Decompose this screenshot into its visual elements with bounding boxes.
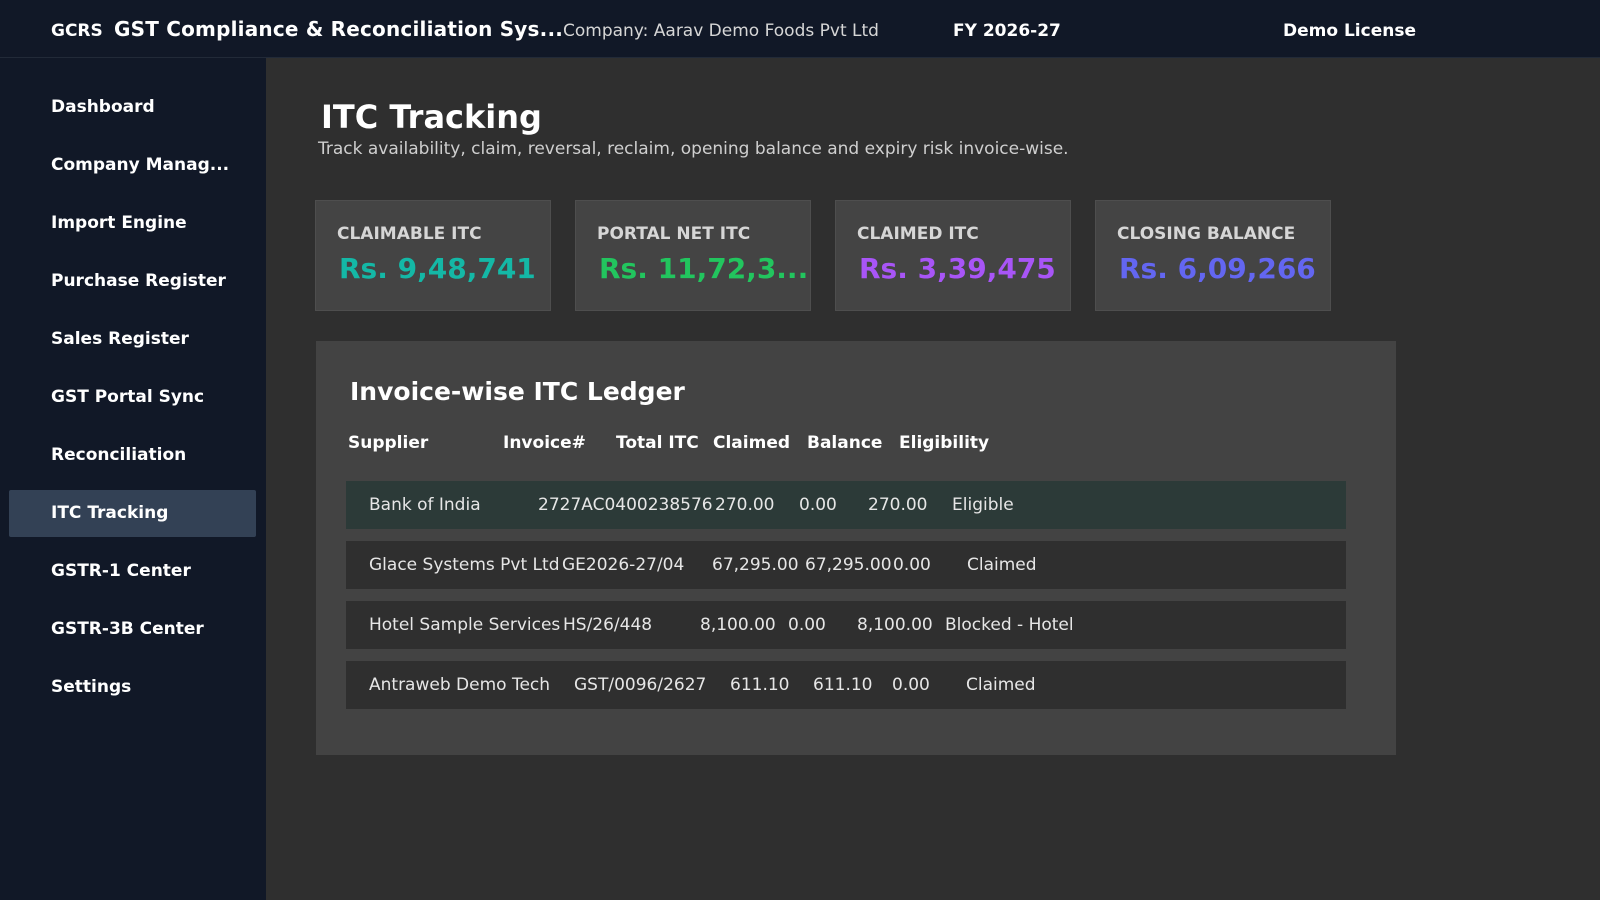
cell-balance: 0.00 [892,675,930,695]
ledger-title: Invoice-wise ITC Ledger [350,377,685,406]
cell-total-itc: 611.10 [730,675,790,695]
column-header-claimed[interactable]: Claimed [713,433,790,453]
app-logo: GCRS [51,21,103,41]
sidebar-item-sales-register[interactable]: Sales Register [9,316,256,363]
sidebar-item-purchase-register[interactable]: Purchase Register [9,258,256,305]
stat-card-claimed-itc: CLAIMED ITC Rs. 3,39,475 [835,200,1071,311]
stat-card-claimable-itc: CLAIMABLE ITC Rs. 9,48,741 [315,200,551,311]
stat-card-value: Rs. 6,09,266 [1119,252,1316,285]
sidebar-item-label: Import Engine [51,213,187,233]
sidebar-item-label: GSTR-3B Center [51,619,204,639]
cell-invoice: GST/0096/2627 [574,675,707,695]
sidebar-item-label: Sales Register [51,329,189,349]
itc-ledger-panel: Invoice-wise ITC Ledger Supplier Invoice… [316,341,1396,755]
fiscal-year-label: FY 2026-27 [953,21,1061,41]
sidebar-item-gstr3b-center[interactable]: GSTR-3B Center [9,606,256,653]
sidebar: Dashboard Company Manag... Import Engine… [0,58,266,900]
stat-card-value: Rs. 11,72,3... [599,252,809,285]
cell-claimed: 611.10 [813,675,873,695]
page-subtitle: Track availability, claim, reversal, rec… [318,139,1069,159]
stat-card-label: CLAIMABLE ITC [337,224,482,244]
sidebar-item-settings[interactable]: Settings [9,664,256,711]
stat-card-portal-net-itc: PORTAL NET ITC Rs. 11,72,3... [575,200,811,311]
cell-claimed: 67,295.00 [805,555,892,575]
sidebar-item-label: Company Manag... [51,155,230,175]
stat-card-value: Rs. 9,48,741 [339,252,536,285]
sidebar-item-itc-tracking[interactable]: ITC Tracking [9,490,256,537]
cell-invoice: HS/26/448 [563,615,653,635]
column-header-eligibility[interactable]: Eligibility [899,433,989,453]
sidebar-item-label: Reconciliation [51,445,187,465]
cell-claimed: 0.00 [788,615,826,635]
table-row[interactable]: Glace Systems Pvt Ltd GE2026-27/04 67,29… [346,541,1346,589]
sidebar-item-label: ITC Tracking [51,503,169,523]
app-title: GST Compliance & Reconciliation Sys... [114,17,564,41]
column-header-invoice[interactable]: Invoice# [503,433,586,453]
cell-balance: 8,100.00 [857,615,933,635]
table-row[interactable]: Antraweb Demo Tech GST/0096/2627 611.10 … [346,661,1346,709]
stat-card-label: PORTAL NET ITC [597,224,751,244]
page-title: ITC Tracking [321,98,542,136]
cell-supplier: Bank of India [369,495,481,515]
sidebar-item-label: Settings [51,677,132,697]
sidebar-item-label: Purchase Register [51,271,226,291]
cell-supplier: Antraweb Demo Tech [369,675,551,695]
cell-balance: 270.00 [868,495,928,515]
column-header-total-itc[interactable]: Total ITC [616,433,699,453]
cell-total-itc: 8,100.00 [700,615,776,635]
sidebar-item-dashboard[interactable]: Dashboard [9,84,256,131]
cell-eligibility: Claimed [967,555,1037,575]
column-header-supplier[interactable]: Supplier [348,433,428,453]
cell-supplier: Glace Systems Pvt Ltd [369,555,560,575]
company-label: Company: Aarav Demo Foods Pvt Ltd [563,21,879,41]
top-bar: GCRS GST Compliance & Reconciliation Sys… [0,0,1600,58]
stat-card-label: CLAIMED ITC [857,224,979,244]
sidebar-item-label: GSTR-1 Center [51,561,191,581]
stat-card-value: Rs. 3,39,475 [859,252,1056,285]
sidebar-item-company-management[interactable]: Company Manag... [9,142,256,189]
table-row[interactable]: Bank of India 2727AC0400238576 270.00 0.… [346,481,1346,529]
cell-total-itc: 270.00 [715,495,775,515]
cell-total-itc: 67,295.00 [712,555,799,575]
cell-supplier: Hotel Sample Services [369,615,561,635]
sidebar-item-gst-portal-sync[interactable]: GST Portal Sync [9,374,256,421]
cell-invoice: 2727AC0400238576 [538,495,713,515]
sidebar-item-reconciliation[interactable]: Reconciliation [9,432,256,479]
cell-eligibility: Claimed [966,675,1036,695]
stat-card-closing-balance: CLOSING BALANCE Rs. 6,09,266 [1095,200,1331,311]
sidebar-item-label: Dashboard [51,97,155,117]
cell-claimed: 0.00 [799,495,837,515]
cell-balance: 0.00 [893,555,931,575]
sidebar-item-gstr1-center[interactable]: GSTR-1 Center [9,548,256,595]
cell-eligibility: Eligible [952,495,1014,515]
column-header-balance[interactable]: Balance [807,433,882,453]
cell-invoice: GE2026-27/04 [562,555,685,575]
sidebar-item-label: GST Portal Sync [51,387,205,407]
license-label: Demo License [1283,21,1416,41]
sidebar-item-import-engine[interactable]: Import Engine [9,200,256,247]
table-row[interactable]: Hotel Sample Services HS/26/448 8,100.00… [346,601,1346,649]
cell-eligibility: Blocked - Hotel [945,615,1074,635]
stat-card-label: CLOSING BALANCE [1117,224,1296,244]
